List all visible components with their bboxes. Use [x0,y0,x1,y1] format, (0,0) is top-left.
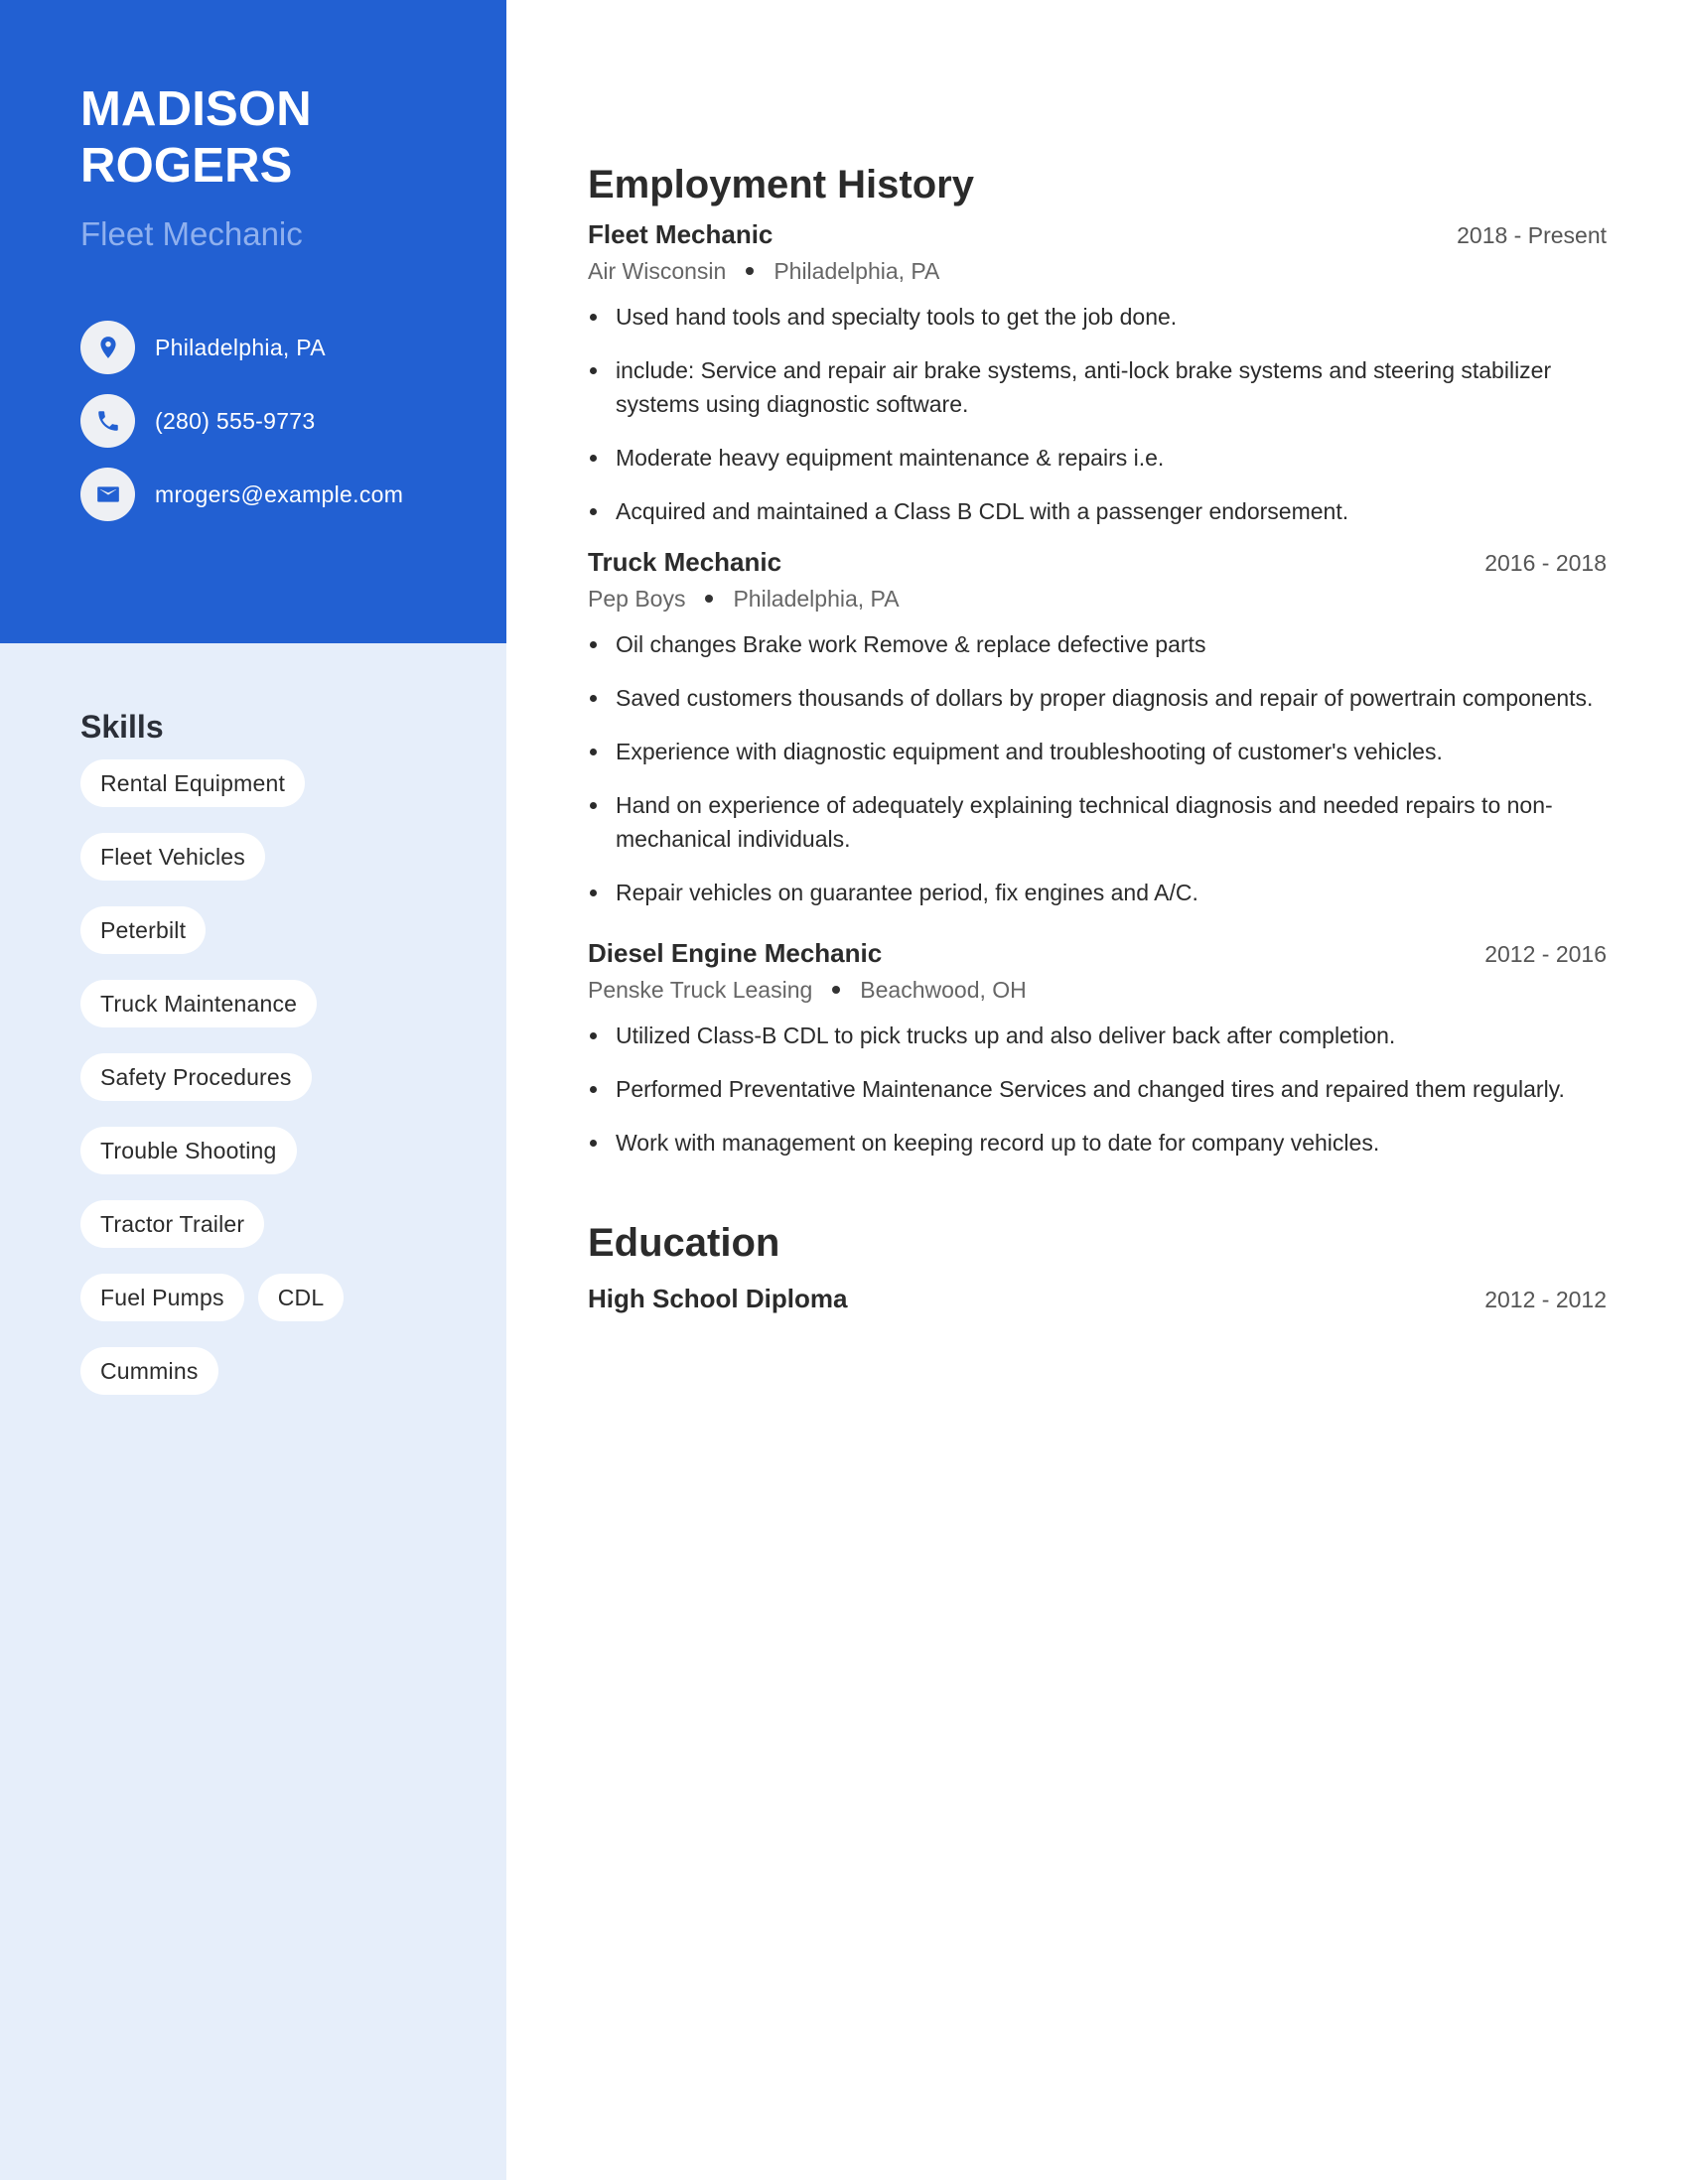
education-degree: High School Diploma [588,1284,848,1313]
main-content: Employment History Fleet Mechanic 2018 -… [588,159,1607,1316]
job-bullet: Used hand tools and specialty tools to g… [588,300,1607,334]
job-dates: 2018 - Present [1457,222,1607,248]
job-dates: 2016 - 2018 [1484,550,1607,576]
education-heading: Education [588,1221,780,1265]
job-entry: Diesel Engine Mechanic 2012 - 2016 Pensk… [588,935,1607,1160]
contact-phone: (280) 555-9773 [80,394,403,448]
job-bullet: Experience with diagnostic equipment and… [588,735,1607,768]
candidate-title: Fleet Mechanic [80,215,303,252]
job-bullet: Saved customers thousands of dollars by … [588,681,1607,715]
skill-tag: Tractor Trailer [80,1200,265,1248]
skill-tag: Truck Maintenance [80,980,318,1027]
job-bullet: Hand on experience of adequately explain… [588,788,1607,856]
contact-list: Philadelphia, PA (280) 555-9773 mrogers@… [80,321,403,541]
job-bullet: Utilized Class-B CDL to pick trucks up a… [588,1019,1607,1052]
job-company: Penske Truck Leasing [588,977,813,1003]
job-bullet: Repair vehicles on guarantee period, fix… [588,876,1607,909]
location-pin-icon [80,321,135,374]
skill-tag: Cummins [80,1347,218,1395]
job-bullet: Oil changes Brake work Remove & replace … [588,627,1607,661]
job-bullet: Moderate heavy equipment maintenance & r… [588,441,1607,475]
contact-phone-text[interactable]: (280) 555-9773 [155,408,315,435]
separator-dot [832,986,841,994]
job-location: Beachwood, OH [860,977,1027,1003]
employment-section: Employment History Fleet Mechanic 2018 -… [588,159,1607,1160]
sidebar: MADISON ROGERS Fleet Mechanic Philadelph… [0,0,506,2180]
contact-email-text[interactable]: mrogers@example.com [155,481,403,508]
job-entry: Fleet Mechanic 2018 - Present Air Wiscon… [588,216,1607,528]
job-bullets: Utilized Class-B CDL to pick trucks up a… [588,1019,1607,1160]
contact-location-text: Philadelphia, PA [155,334,326,360]
job-bullets: Used hand tools and specialty tools to g… [588,300,1607,528]
job-dates: 2012 - 2016 [1484,941,1607,967]
job-bullet: Acquired and maintained a Class B CDL wi… [588,494,1607,528]
education-section: Education High School Diploma 2012 - 201… [588,1217,1607,1316]
job-bullet: Performed Preventative Maintenance Servi… [588,1072,1607,1106]
education-entry: High School Diploma 2012 - 2012 [588,1281,1607,1316]
job-entry: Truck Mechanic 2016 - 2018 Pep Boys Phil… [588,544,1607,909]
skill-tag: Fleet Vehicles [80,833,265,881]
phone-icon [80,394,135,448]
skill-tag: Rental Equipment [80,759,306,807]
employment-heading: Employment History [588,163,974,206]
skill-tag: Peterbilt [80,906,207,954]
skill-tag: Safety Procedures [80,1053,312,1101]
contact-email: mrogers@example.com [80,468,403,521]
email-icon [80,468,135,521]
job-bullets: Oil changes Brake work Remove & replace … [588,627,1607,909]
job-title: Truck Mechanic [588,547,782,577]
skill-tag: Fuel Pumps [80,1274,244,1321]
job-location: Philadelphia, PA [774,258,940,284]
separator-dot [705,595,714,603]
job-location: Philadelphia, PA [733,586,900,612]
job-bullet: include: Service and repair air brake sy… [588,353,1607,421]
skill-tag: CDL [257,1274,345,1321]
job-company: Air Wisconsin [588,258,727,284]
skill-tag: Trouble Shooting [80,1127,297,1174]
job-title: Fleet Mechanic [588,219,774,249]
job-bullet: Work with management on keeping record u… [588,1126,1607,1160]
education-dates: 2012 - 2012 [1484,1287,1607,1312]
separator-dot [746,267,755,275]
sidebar-header: MADISON ROGERS Fleet Mechanic Philadelph… [0,0,506,643]
job-title: Diesel Engine Mechanic [588,938,883,968]
contact-location: Philadelphia, PA [80,321,403,374]
skill-list: Rental Equipment Fleet Vehicles Peterbil… [80,759,478,1395]
job-company: Pep Boys [588,586,686,612]
skills-section: Skills Rental Equipment Fleet Vehicles P… [80,707,478,1395]
skills-heading: Skills [80,709,164,745]
candidate-name: MADISON ROGERS [80,82,312,193]
